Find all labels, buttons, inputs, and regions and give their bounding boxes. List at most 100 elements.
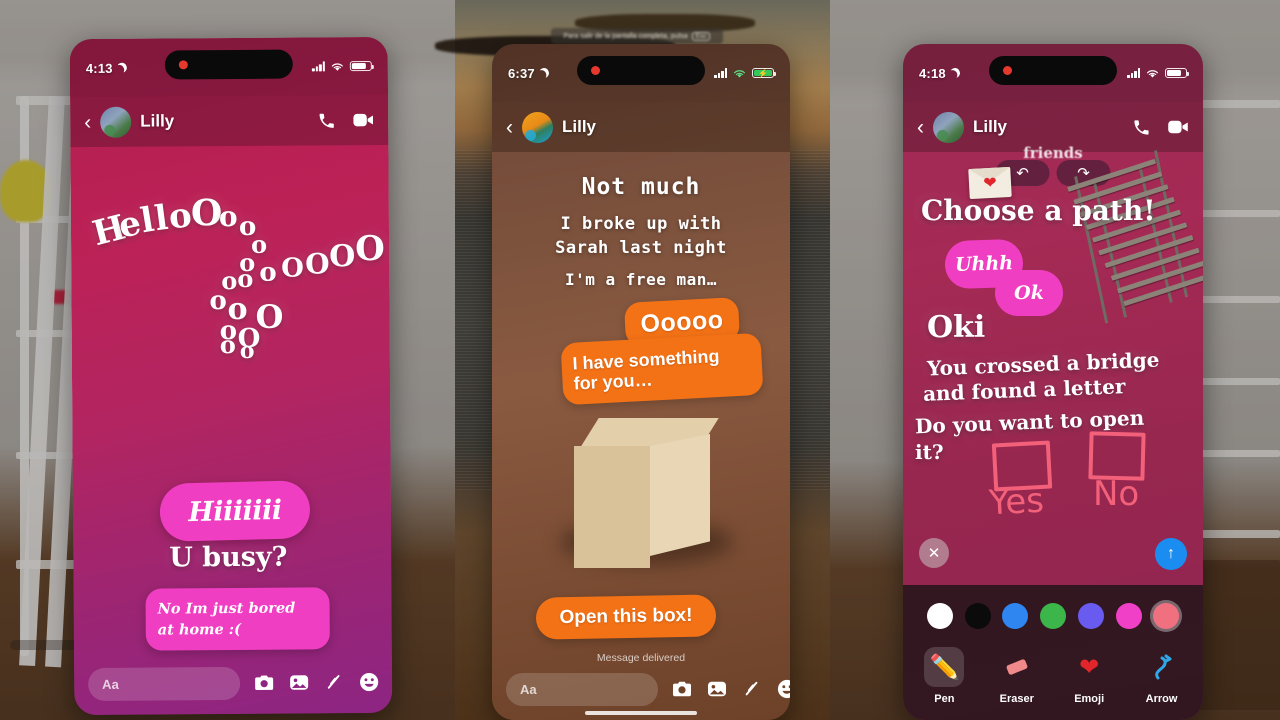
- wifi-icon: [1146, 69, 1159, 78]
- phone3-header-actions: [1132, 118, 1189, 137]
- tool-eraser[interactable]: Eraser: [986, 647, 1048, 705]
- box-front-face: [574, 446, 650, 568]
- color-swatch-white[interactable]: [926, 603, 953, 629]
- choose-a-path-heading: Choose a path!: [921, 194, 1156, 227]
- video-camera-icon[interactable]: [352, 112, 374, 128]
- phone2-time: 6:37: [508, 65, 535, 81]
- sticker-icon[interactable]: [777, 679, 790, 699]
- color-swatch-magenta[interactable]: [1115, 603, 1142, 629]
- story-heading: Not much: [581, 174, 701, 200]
- phone2-status-bar: 6:37: [492, 44, 790, 102]
- hello-arc-text: H e l l o O o o o o o o o O O O O o o O …: [88, 192, 385, 364]
- message-input-placeholder: Aa: [520, 681, 537, 697]
- phone2-composer: Aa: [492, 658, 790, 720]
- phone1-story-content: H e l l o O o o o o o o o O O O O o o O …: [70, 145, 392, 715]
- phone2-screen: 6:37 ‹ Lil: [492, 44, 790, 720]
- phone1-status-indicators: [312, 60, 372, 72]
- story-line-2: Sarah last night: [555, 238, 727, 258]
- gallery-icon[interactable]: [707, 680, 727, 698]
- color-swatch-green[interactable]: [1040, 603, 1066, 629]
- home-indicator: [585, 711, 697, 715]
- no-label-drawing: No: [1093, 474, 1140, 514]
- record-dot-icon: [1003, 66, 1012, 75]
- chevron-left-icon[interactable]: ‹: [84, 110, 91, 133]
- contact-name: Lilly: [140, 111, 175, 131]
- reply-line-1: No Im just bored: [157, 599, 296, 618]
- camera-icon[interactable]: [672, 680, 692, 698]
- eraser-icon: [997, 647, 1037, 687]
- phone3-story-content: friends ↶ ↷ ❤ Choose a path! Uhhh Ok Oki…: [903, 144, 1203, 720]
- doodle-icon[interactable]: [324, 673, 344, 691]
- message-input[interactable]: Aa: [506, 672, 658, 706]
- message-input[interactable]: Aa: [88, 666, 241, 701]
- phone3-status-indicators: [1127, 67, 1190, 79]
- crescent-moon-icon: [949, 67, 962, 80]
- phone-icon[interactable]: [1132, 118, 1151, 137]
- gallery-icon[interactable]: [289, 673, 309, 691]
- reply-line-2: at home :(: [157, 620, 242, 639]
- record-dot-icon: [591, 66, 600, 75]
- phone3-status-bar: 4:18: [903, 44, 1203, 102]
- arrow-icon: [1142, 647, 1182, 687]
- esc-key-chip: Esc: [691, 31, 711, 41]
- cellular-signal-icon: [312, 61, 325, 72]
- wifi-icon: [733, 69, 746, 78]
- phone1-header-actions: [317, 110, 374, 129]
- open-this-box-button[interactable]: Open this box!: [535, 594, 717, 640]
- color-swatch-black[interactable]: [964, 603, 991, 629]
- fullscreen-hint-text: Para salir de la pantalla completa, puls…: [563, 32, 688, 40]
- doodle-icon[interactable]: [742, 680, 762, 698]
- battery-charging-icon: [752, 67, 777, 79]
- sticker-icon[interactable]: [359, 672, 379, 692]
- phone1-composer-icons: [254, 672, 379, 693]
- tool-arrow[interactable]: Arrow: [1131, 647, 1193, 705]
- arrow-shape: [1154, 654, 1172, 680]
- crescent-moon-icon: [115, 61, 128, 74]
- tool-emoji-label: Emoji: [1074, 693, 1105, 705]
- chevron-left-icon[interactable]: ‹: [917, 117, 924, 138]
- phone2-status-indicators: [714, 67, 777, 79]
- cardboard-box-image: [560, 418, 732, 578]
- tool-arrow-label: Arrow: [1145, 693, 1178, 705]
- contact-name: Lilly: [562, 117, 597, 136]
- phone-screenshot-3: 4:18 ‹ Lilly friends ↶ ↷ ❤ Choose a path…: [903, 44, 1203, 720]
- avatar[interactable]: [100, 106, 132, 138]
- uhhh-bubble-text: Uhhh: [954, 251, 1014, 277]
- battery-icon: [349, 60, 372, 72]
- yes-label-drawing: Yes: [987, 480, 1045, 524]
- i-have-something-line-2: for you…: [573, 369, 654, 394]
- close-x-icon[interactable]: ✕: [919, 538, 949, 568]
- color-swatch-salmon[interactable]: [1153, 603, 1180, 629]
- avatar[interactable]: [522, 111, 553, 143]
- color-swatch-row: [903, 603, 1203, 629]
- phone2-composer-icons: [672, 679, 790, 699]
- phone1-status-time-group: 4:13: [86, 60, 127, 75]
- story-line-1: I broke up with: [560, 214, 722, 234]
- cellular-signal-icon: [714, 68, 727, 78]
- avatar[interactable]: [933, 111, 964, 143]
- camera-icon[interactable]: [254, 674, 274, 692]
- phone2-status-time-group: 6:37: [508, 66, 549, 81]
- chevron-left-icon[interactable]: ‹: [506, 117, 513, 138]
- dynamic-island: [164, 49, 293, 80]
- color-swatch-blue[interactable]: [1002, 603, 1029, 629]
- oki-text: Oki: [927, 310, 986, 345]
- tool-eraser-label: Eraser: [999, 693, 1034, 705]
- tool-pen[interactable]: ✏️ Pen: [913, 647, 975, 705]
- phone-screenshot-1: 4:13 ‹ Lilly H e l l o O o o o o o o o O…: [69, 36, 393, 716]
- phone-icon[interactable]: [317, 111, 336, 130]
- hi-bubble-text: Hiiiiiii: [187, 494, 282, 528]
- tool-emoji[interactable]: ❤ Emoji: [1058, 647, 1120, 706]
- message-input-placeholder: Aa: [102, 676, 119, 692]
- video-camera-icon[interactable]: [1167, 119, 1189, 135]
- box-side-face: [650, 434, 710, 556]
- heart-icon: ❤: [1079, 653, 1100, 681]
- pencil-icon: ✏️: [924, 647, 965, 687]
- send-up-arrow-icon[interactable]: ↑: [1155, 538, 1187, 570]
- phone1-screen: 4:13 ‹ Lilly H e l l o O o o o o o o o O…: [69, 36, 393, 716]
- color-swatch-purple[interactable]: [1077, 603, 1104, 629]
- phone3-time: 4:18: [919, 65, 946, 81]
- phone3-screen: 4:18 ‹ Lilly friends ↶ ↷ ❤ Choose a path…: [903, 44, 1203, 720]
- story-line-4: it?: [915, 440, 944, 464]
- phone1-composer: Aa: [74, 651, 392, 715]
